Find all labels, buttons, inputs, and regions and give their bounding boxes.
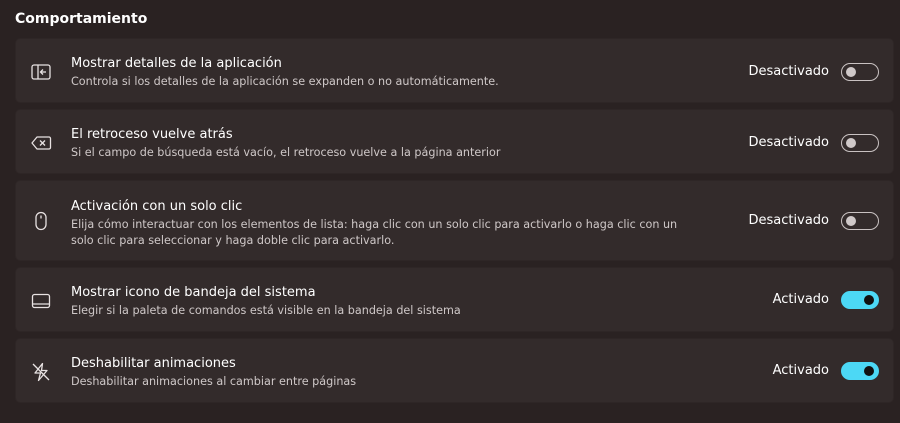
setting-description: Si el campo de búsqueda está vacío, el r… — [71, 146, 501, 159]
toggle-knob — [846, 216, 856, 226]
toggle-state-label: Desactivado — [748, 135, 829, 150]
setting-card-app-details: Mostrar detalles de la aplicación Contro… — [15, 38, 894, 103]
toggle-knob — [864, 295, 874, 305]
lightning-icon — [30, 361, 52, 383]
setting-title: Mostrar detalles de la aplicación — [71, 56, 282, 71]
mouse-icon — [30, 210, 52, 232]
toggle-knob — [846, 138, 856, 148]
setting-title: El retroceso vuelve atrás — [71, 127, 233, 142]
setting-description: Elegir si la paleta de comandos está vis… — [71, 304, 461, 317]
single-click-toggle[interactable] — [841, 212, 879, 230]
setting-description: Deshabilitar animaciones al cambiar entr… — [71, 375, 357, 388]
setting-card-single-click: Activación con un solo clic Elija cómo i… — [15, 180, 894, 261]
setting-card-system-tray: Mostrar icono de bandeja del sistema Ele… — [15, 267, 894, 332]
system-tray-toggle[interactable] — [841, 291, 879, 309]
setting-description: Elija cómo interactuar con los elementos… — [71, 218, 678, 247]
toggle-knob — [846, 67, 856, 77]
app-details-toggle[interactable] — [841, 63, 879, 81]
setting-card-animations: Deshabilitar animaciones Deshabilitar an… — [15, 338, 894, 403]
section-title: Comportamiento — [15, 11, 148, 27]
toggle-state-label: Desactivado — [748, 213, 829, 228]
setting-title: Deshabilitar animaciones — [71, 356, 236, 371]
toggle-knob — [864, 366, 874, 376]
backspace-toggle[interactable] — [841, 134, 879, 152]
setting-description: Controla si los detalles de la aplicació… — [71, 75, 499, 88]
toggle-state-label: Desactivado — [748, 64, 829, 79]
system-tray-icon — [30, 290, 52, 312]
animations-toggle[interactable] — [841, 362, 879, 380]
toggle-state-label: Activado — [772, 292, 829, 307]
setting-title: Activación con un solo clic — [71, 199, 243, 214]
app-details-icon — [30, 61, 52, 83]
toggle-state-label: Activado — [772, 363, 829, 378]
setting-title: Mostrar icono de bandeja del sistema — [71, 285, 316, 300]
setting-card-backspace: El retroceso vuelve atrás Si el campo de… — [15, 109, 894, 174]
backspace-icon — [30, 132, 52, 154]
